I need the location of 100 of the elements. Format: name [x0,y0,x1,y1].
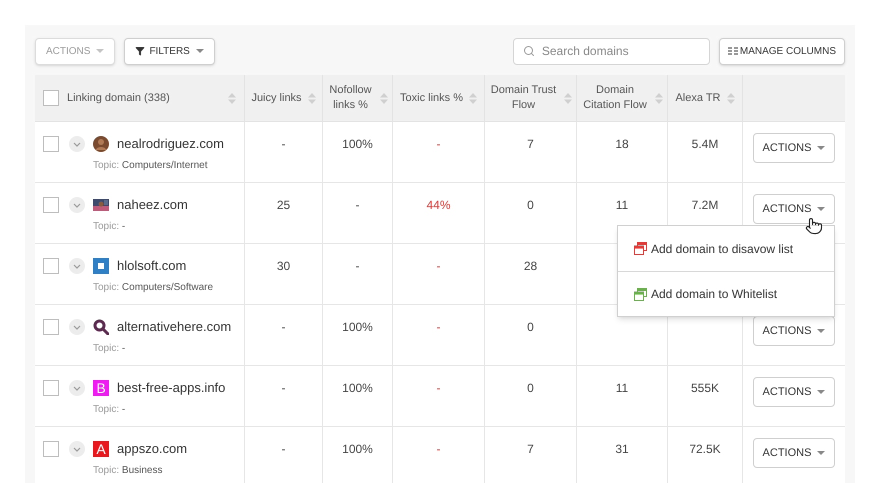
sort-icon[interactable] [655,92,663,104]
topic-value: Computers/Software [122,282,214,293]
actions-button[interactable]: ACTIONS [753,133,835,163]
checkbox[interactable] [43,90,59,106]
sort-icon[interactable] [468,92,477,104]
chevron-icon [73,386,81,390]
domain-name[interactable]: appszo.com [117,439,188,459]
chevron-icon [73,264,81,268]
expand-button[interactable] [69,441,85,457]
letter-logo-icon: B [93,380,109,396]
checkbox[interactable] [43,380,59,396]
filter-icon [135,46,146,56]
table-cell: 30 [276,258,290,274]
expand-button[interactable] [69,319,85,335]
chevron-icon [73,446,81,452]
checkbox[interactable] [43,197,59,213]
table-cell: 11 [616,197,628,213]
caret-icon [817,206,826,212]
table-cell: - [356,258,360,274]
table-cell: - [356,197,360,213]
table-cell: 100% [342,441,373,457]
topic-label: Topic: [93,465,120,476]
table-cell: - [282,319,286,335]
table-cell: 7 [527,136,534,152]
sort-icon[interactable] [228,92,236,104]
sort-icon[interactable] [380,92,388,104]
table-cell: 28 [524,258,538,274]
chevron-icon [73,142,81,146]
avatar-icon [93,136,109,152]
square-logo-icon [93,258,109,274]
domain-name[interactable]: nealrodriguez.com [117,134,224,154]
topic-label: Topic: [93,404,120,415]
topic-value: Business [122,465,162,476]
topic-label: Topic: [93,343,120,354]
table-cell: 7 [527,441,534,457]
table-cell: 100% [342,319,373,335]
expand-button[interactable] [69,380,85,396]
column-header[interactable]: Juicy links [251,90,302,106]
caret-icon [817,390,826,394]
table-cell: 31 [615,441,629,457]
topic-label: Topic: [93,282,120,293]
actions-button[interactable]: ACTIONS [753,377,835,407]
table-cell: - [282,441,286,457]
table-cell: 0 [527,197,534,213]
column-header[interactable]: Linking domain (338) [67,90,228,106]
domain-name[interactable]: alternativehere.com [117,317,232,337]
search-icon [522,44,535,56]
table-cell: 0 [527,319,534,335]
letter-logo-icon: A [93,441,109,457]
column-header[interactable]: Domain Trust Flow [489,83,558,113]
table-cell: 18 [615,136,629,152]
table-cell: - [436,380,440,396]
table-cell: 0 [527,380,534,396]
topic-value: Computers/Internet [122,160,208,171]
checkbox[interactable] [43,441,59,457]
table-cell: 555K [690,380,720,396]
table-cell: - [282,136,286,152]
actions-button[interactable]: ACTIONS [753,438,835,468]
table-cell: - [436,319,440,335]
expand-button[interactable] [69,197,85,213]
search-field[interactable]: Search domains [512,38,710,64]
checkbox[interactable] [43,136,59,152]
table-cell: 5.4M [692,136,718,152]
table-cell: 25 [276,197,290,213]
filters-button[interactable]: FILTERS [124,38,215,64]
actions-button[interactable]: ACTIONS [753,194,835,224]
column-header[interactable]: Toxic links % [400,90,463,106]
table-cell: 100% [342,136,373,152]
domain-name[interactable]: naheez.com [117,195,188,215]
sort-icon[interactable] [726,92,735,104]
topic-value: - [122,343,126,354]
table-cell: 100% [342,380,373,396]
chevron-icon [73,202,81,208]
caret-icon [196,48,204,54]
sort-icon[interactable] [564,92,572,104]
expand-button[interactable] [69,136,85,152]
table-cell: - [436,258,440,274]
column-header[interactable]: Alexa TR [675,90,721,106]
column-header[interactable]: Nofollow links % [327,83,374,113]
columns-icon [728,47,738,55]
table-cell: - [436,136,440,152]
domain-name[interactable]: hlolsoft.com [117,256,186,276]
expand-button[interactable] [69,258,85,274]
column-header[interactable]: Domain Citation Flow [581,83,649,113]
caret-icon [817,450,826,456]
table-cell: 7.2M [692,197,718,213]
table-cell: 72.5K [689,441,721,457]
chevron-icon [73,324,81,330]
menu-item[interactable]: Add domain to Whitelist [618,271,834,316]
topic-label: Topic: [93,221,120,232]
topic-value: - [122,221,126,232]
checkbox[interactable] [43,319,59,335]
checkbox[interactable] [43,258,59,274]
domain-name[interactable]: best-free-apps.info [117,378,226,398]
actions-button[interactable]: ACTIONS [753,316,835,346]
menu-item[interactable]: Add domain to disavow list [618,226,834,271]
sort-icon[interactable] [308,92,316,104]
magnifier-icon [93,319,109,335]
caret-icon [817,146,826,150]
manage-columns-button[interactable]: MANAGE COLUMNS [718,38,845,64]
